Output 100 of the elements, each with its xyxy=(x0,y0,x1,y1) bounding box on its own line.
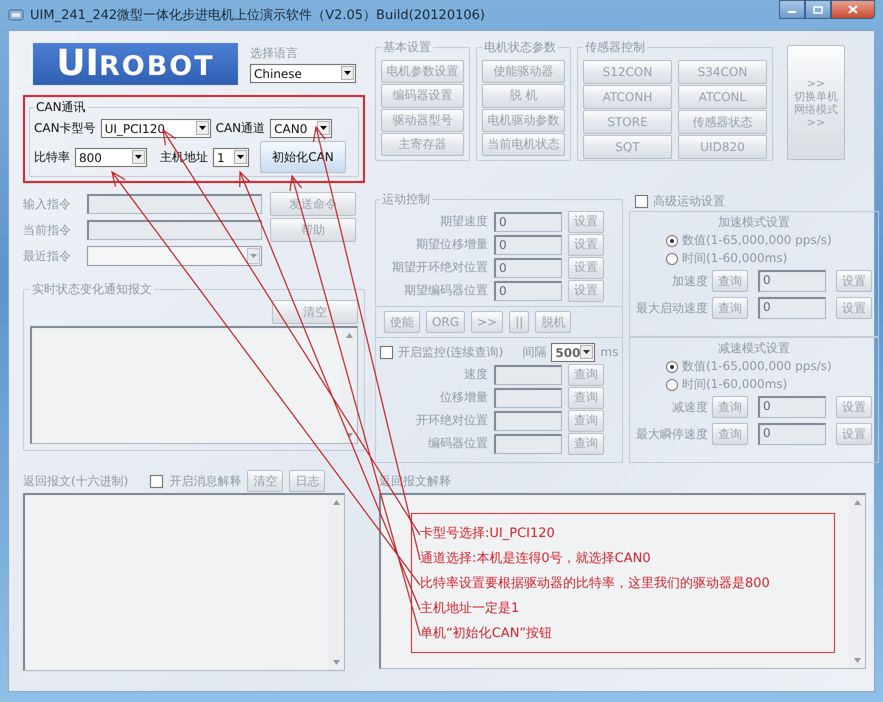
query-button[interactable]: 查询 xyxy=(712,396,748,418)
readout-field xyxy=(494,410,562,430)
radio-button[interactable] xyxy=(666,360,678,372)
maximize-button[interactable] xyxy=(805,0,831,19)
set-button[interactable]: 设置 xyxy=(568,210,604,232)
status-button[interactable]: 电机驱动参数 xyxy=(482,108,565,132)
status-button[interactable]: 使能驱动器 xyxy=(482,60,565,84)
speed-label: 加速度 xyxy=(671,272,708,290)
scrollbar[interactable] xyxy=(341,328,357,443)
speed-field[interactable]: 0 xyxy=(758,270,826,292)
option-label: 时间(1-60,000ms) xyxy=(682,250,788,267)
speed-field[interactable]: 0 xyxy=(758,297,826,319)
set-button[interactable]: 设置 xyxy=(836,396,872,418)
parse-label: 开启消息解释 xyxy=(169,472,242,490)
motion-label: 期望速度 xyxy=(439,213,488,230)
query-button[interactable]: 查询 xyxy=(712,297,748,319)
annotation-note: 比特率设置要根据驱动器的比特率，这里我们的驱动器是800 xyxy=(420,575,771,592)
monitor-row-label: 编码器位置 xyxy=(427,435,488,452)
interval-label: 间隔 xyxy=(522,344,546,360)
sensor-button[interactable]: ATCONL xyxy=(678,85,767,109)
scrollbar[interactable] xyxy=(849,495,865,668)
query-button[interactable]: 查询 xyxy=(712,270,748,292)
motion-button[interactable]: 使能 xyxy=(384,311,420,333)
speed-field[interactable]: 0 xyxy=(758,423,826,445)
sensor-button[interactable]: UID820 xyxy=(678,135,767,159)
motion-field[interactable]: 0 xyxy=(494,234,562,254)
channel-dropdown[interactable]: CAN0 xyxy=(270,119,332,138)
sensor-button[interactable]: ATCONH xyxy=(583,85,672,109)
motion-button[interactable]: 脱机 xyxy=(535,311,572,333)
checkbox[interactable] xyxy=(635,194,648,208)
motion-field[interactable]: 0 xyxy=(494,258,562,278)
section-title: 加速模式设置 xyxy=(717,214,791,231)
sensor-button[interactable]: SQT xyxy=(583,135,672,159)
sensor-button[interactable]: S34CON xyxy=(678,60,767,84)
monitor-row-label: 速度 xyxy=(463,366,488,383)
scroll-up-icon xyxy=(332,500,340,505)
sensor-button[interactable]: S12CON xyxy=(583,60,672,84)
status-button[interactable]: 当前电机状态 xyxy=(482,132,565,156)
speed-field[interactable]: 0 xyxy=(758,396,826,418)
set-button[interactable]: 设置 xyxy=(568,256,604,278)
radio-button[interactable] xyxy=(666,378,678,390)
window-title: UIM_241_242微型一体化步进电机上位演示软件（V2.05）Build(20120106) xyxy=(30,7,485,24)
hex-response-label: 返回报文(十六进制) xyxy=(23,472,128,490)
command-field[interactable] xyxy=(87,220,262,240)
log-button[interactable]: 清空 xyxy=(247,470,284,492)
baud-rate-label: 比特率 xyxy=(34,148,70,166)
annotation-note: 卡型号选择:UI_PCI120 xyxy=(420,525,556,542)
motion-field[interactable]: 0 xyxy=(494,280,562,300)
radio-button[interactable] xyxy=(666,234,678,246)
interval-dropdown[interactable]: 500 xyxy=(551,342,596,362)
query-button[interactable]: 查询 xyxy=(568,364,604,386)
host-address-dropdown[interactable]: 1 xyxy=(213,148,249,166)
set-button[interactable]: 设置 xyxy=(568,234,604,256)
baud-rate-dropdown[interactable]: 800 xyxy=(75,148,147,166)
motion-button[interactable]: >> xyxy=(471,311,504,333)
switch-mode-button[interactable]: >> 切换单机 网络模式 >> xyxy=(787,45,845,160)
set-button[interactable]: 设置 xyxy=(836,297,872,319)
query-button[interactable]: 查询 xyxy=(568,386,604,408)
settings-button[interactable]: 驱动器型号 xyxy=(381,108,464,132)
sensor-button[interactable]: 传感器状态 xyxy=(678,110,767,134)
query-button[interactable]: 查询 xyxy=(568,410,604,432)
radio-button[interactable] xyxy=(666,252,678,264)
command-label: 当前指令 xyxy=(23,222,72,238)
message-area[interactable] xyxy=(30,326,358,444)
scrollbar[interactable] xyxy=(328,495,344,670)
annotation-note: 通道选择:本机是连得0号，就选择CAN0 xyxy=(420,550,652,567)
section-title: 减速模式设置 xyxy=(717,340,791,357)
motion-button[interactable]: || xyxy=(509,311,530,333)
command-dropdown[interactable] xyxy=(87,246,262,266)
checkbox[interactable] xyxy=(380,346,393,358)
close-button[interactable] xyxy=(831,0,875,19)
command-field[interactable] xyxy=(87,194,262,214)
set-button[interactable]: 设置 xyxy=(836,423,872,445)
option-label: 数值(1-65,000,000 pps/s) xyxy=(682,232,832,249)
settings-button[interactable]: 电机参数设置 xyxy=(381,60,464,84)
motion-button[interactable]: ORG xyxy=(426,311,466,333)
set-button[interactable]: 设置 xyxy=(836,270,872,292)
monitor-row-label: 开环绝对位置 xyxy=(415,412,488,429)
log-button[interactable]: 日志 xyxy=(289,470,326,492)
card-type-label: CAN卡型号 xyxy=(34,120,96,137)
speed-label: 最大启动速度 xyxy=(636,300,708,316)
motion-field[interactable]: 0 xyxy=(494,212,562,232)
sensor-button[interactable]: STORE xyxy=(583,110,672,134)
speed-label: 最大瞬停速度 xyxy=(636,426,708,442)
minimize-button[interactable] xyxy=(779,0,805,19)
readout-field xyxy=(494,434,562,454)
motion-label: 期望编码器位置 xyxy=(403,282,488,299)
query-button[interactable]: 查询 xyxy=(712,423,748,445)
card-type-dropdown[interactable]: UI_PCI120 xyxy=(100,119,211,138)
language-dropdown[interactable]: Chinese xyxy=(250,64,356,83)
settings-button[interactable]: 主寄存器 xyxy=(381,132,464,156)
response-explanation-area[interactable]: 卡型号选择:UI_PCI120 通道选择:本机是连得0号，就选择CAN0 比特率设置要根据驱动器的比特率，这里我们的驱动器是800 主机地址一定是1 单机“初始化CAN”按钮 xyxy=(379,493,866,669)
checkbox[interactable] xyxy=(150,474,164,488)
query-button[interactable]: 查询 xyxy=(568,432,604,454)
set-button[interactable]: 设置 xyxy=(568,280,604,302)
settings-button[interactable]: 编码器设置 xyxy=(381,84,464,108)
option-label: 时间(1-60,000ms) xyxy=(682,376,788,393)
group-title: 运动控制 xyxy=(381,191,431,208)
status-button[interactable]: 脱 机 xyxy=(482,84,565,108)
clear-button[interactable]: 清空 xyxy=(272,300,358,324)
